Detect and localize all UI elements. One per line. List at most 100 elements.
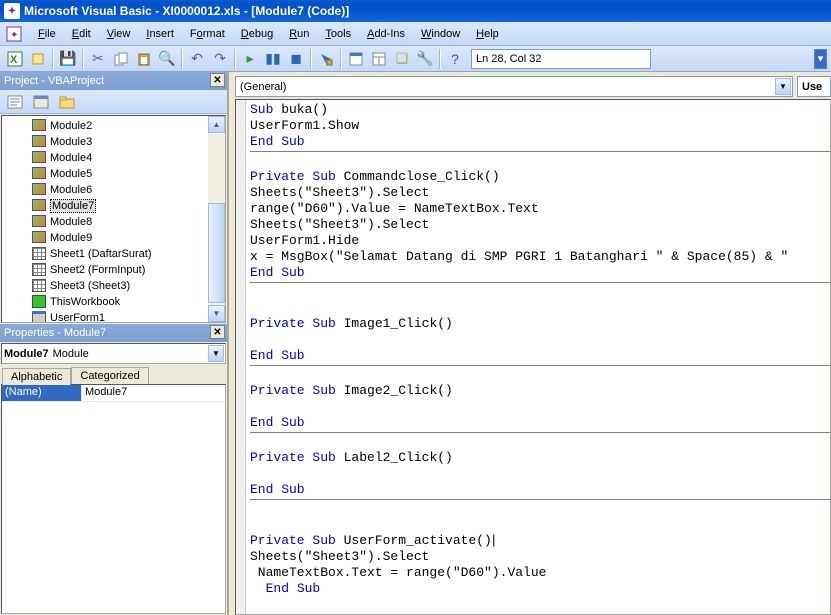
tree-item-label: Module7 [50, 199, 96, 213]
procedure-combo[interactable]: Use [797, 76, 831, 97]
menu-help[interactable]: Help [468, 25, 507, 43]
mod-icon [32, 135, 46, 149]
tab-categorized[interactable]: Categorized [71, 367, 148, 384]
find-button[interactable]: 🔍 [156, 48, 178, 70]
tree-item-label: UserForm1 [50, 312, 105, 323]
properties-panel-title: Properties - Module7 ✕ [0, 324, 227, 342]
tree-item-module7[interactable]: Module7 [2, 198, 225, 214]
menu-view[interactable]: View [99, 25, 139, 43]
tree-item-userform1[interactable]: UserForm1 [2, 310, 225, 323]
tree-item-label: Module5 [50, 168, 92, 180]
tree-item-label: Module4 [50, 152, 92, 164]
menu-format[interactable]: Format [182, 25, 233, 43]
tree-item-label: Module6 [50, 184, 92, 196]
form-icon [32, 311, 46, 323]
menu-edit[interactable]: Edit [64, 25, 99, 43]
tree-item-module6[interactable]: Module6 [2, 182, 225, 198]
excel-view-button[interactable]: X [4, 48, 26, 70]
mod-icon [32, 119, 46, 133]
properties-tabs: Alphabetic Categorized [0, 365, 227, 384]
titlebar[interactable]: ✦ Microsoft Visual Basic - XI0000012.xls… [0, 0, 831, 22]
code-editor[interactable]: Sub buka()UserForm1.ShowEnd Sub Private … [235, 99, 831, 615]
sheet-icon [32, 279, 46, 293]
mod-icon [32, 231, 46, 245]
mod-icon [32, 151, 46, 165]
toolbox-button[interactable]: 🔧 [414, 48, 436, 70]
object-browser-button[interactable]: ❏ [391, 48, 413, 70]
menu-insert[interactable]: Insert [138, 25, 182, 43]
cut-button[interactable]: ✂ [87, 48, 109, 70]
window-title: Microsoft Visual Basic - XI0000012.xls -… [24, 4, 349, 18]
save-button[interactable]: 💾 [57, 48, 79, 70]
design-mode-button[interactable] [315, 48, 337, 70]
property-name: (Name) [2, 385, 82, 401]
tab-alphabetic[interactable]: Alphabetic [2, 368, 71, 385]
property-row[interactable]: (Name) Module7 [2, 385, 225, 402]
tree-item-label: Module8 [50, 216, 92, 228]
app-icon: ✦ [4, 3, 20, 19]
project-explorer-button[interactable] [345, 48, 367, 70]
project-scrollbar[interactable]: ▲ ▼ [208, 116, 225, 322]
menu-debug[interactable]: Debug [233, 25, 281, 43]
menu-window[interactable]: Window [413, 25, 468, 43]
sheet-icon [32, 247, 46, 261]
tree-item-sheet3-sheet3-[interactable]: Sheet3 (Sheet3) [2, 278, 225, 294]
properties-object-selector[interactable]: Module7 Module ▼ [1, 343, 226, 364]
properties-grid[interactable]: (Name) Module7 [1, 384, 226, 614]
mod-icon [32, 167, 46, 181]
tree-item-module5[interactable]: Module5 [2, 166, 225, 182]
menu-addins[interactable]: Add-Ins [359, 25, 413, 43]
mdi-icon: ✦ [6, 26, 22, 42]
redo-button[interactable]: ↷ [209, 48, 231, 70]
tree-item-label: Module9 [50, 232, 92, 244]
scroll-up-button[interactable]: ▲ [208, 116, 225, 133]
scroll-down-button[interactable]: ▼ [208, 305, 225, 322]
toolbar: X 💾 ✂ 🔍 ↶ ↷ ▸ ▮▮ ◼ ❏ 🔧 ? Ln 28, Col 32 ▾ [0, 46, 831, 72]
tree-item-module8[interactable]: Module8 [2, 214, 225, 230]
svg-text:✦: ✦ [10, 30, 18, 41]
sheet-icon [32, 263, 46, 277]
position-indicator: Ln 28, Col 32 [471, 49, 651, 69]
mod-icon [32, 199, 46, 213]
tree-item-thisworkbook[interactable]: ThisWorkbook [2, 294, 225, 310]
project-tree[interactable]: Module2 Module3 Module4 Module5 Module6 Modul… [1, 115, 226, 323]
object-combo[interactable]: (General) ▼ [235, 76, 793, 97]
project-panel-close-button[interactable]: ✕ [210, 73, 225, 87]
toolbar-options-button[interactable]: ▾ [814, 49, 827, 69]
tree-item-label: Module3 [50, 136, 92, 148]
help-button[interactable]: ? [444, 48, 466, 70]
tree-item-sheet2-forminput-[interactable]: Sheet2 (FormInput) [2, 262, 225, 278]
scroll-thumb[interactable] [208, 203, 225, 303]
tree-item-module3[interactable]: Module3 [2, 134, 225, 150]
tree-item-sheet1-daftarsurat-[interactable]: Sheet1 (DaftarSurat) [2, 246, 225, 262]
toggle-folders-button[interactable] [56, 92, 78, 112]
insert-button[interactable] [27, 48, 49, 70]
run-button[interactable]: ▸ [239, 48, 261, 70]
svg-text:X: X [10, 54, 18, 66]
tree-item-module2[interactable]: Module2 [2, 118, 225, 134]
m: ile [45, 28, 56, 40]
reset-button[interactable]: ◼ [285, 48, 307, 70]
properties-panel-close-button[interactable]: ✕ [210, 325, 225, 339]
copy-button[interactable] [110, 48, 132, 70]
tree-item-label: Module2 [50, 120, 92, 132]
tree-item-label: Sheet1 (DaftarSurat) [50, 248, 152, 260]
mod-icon [32, 183, 46, 197]
menu-run[interactable]: Run [281, 25, 317, 43]
tree-item-module4[interactable]: Module4 [2, 150, 225, 166]
view-object-button[interactable] [30, 92, 52, 112]
menu-file[interactable]: File [30, 25, 64, 43]
project-toolbar [0, 90, 227, 114]
break-button[interactable]: ▮▮ [262, 48, 284, 70]
tree-item-module9[interactable]: Module9 [2, 230, 225, 246]
paste-button[interactable] [133, 48, 155, 70]
menu-tools[interactable]: Tools [317, 25, 359, 43]
properties-window-button[interactable] [368, 48, 390, 70]
undo-button[interactable]: ↶ [186, 48, 208, 70]
menubar: ✦ File Edit View Insert Format Debug Run… [0, 22, 831, 46]
tree-item-label: Sheet3 (Sheet3) [50, 280, 130, 292]
property-value[interactable]: Module7 [82, 385, 130, 401]
view-code-button[interactable] [4, 92, 26, 112]
project-panel-title: Project - VBAProject ✕ [0, 72, 227, 90]
chevron-down-icon: ▼ [208, 345, 224, 362]
